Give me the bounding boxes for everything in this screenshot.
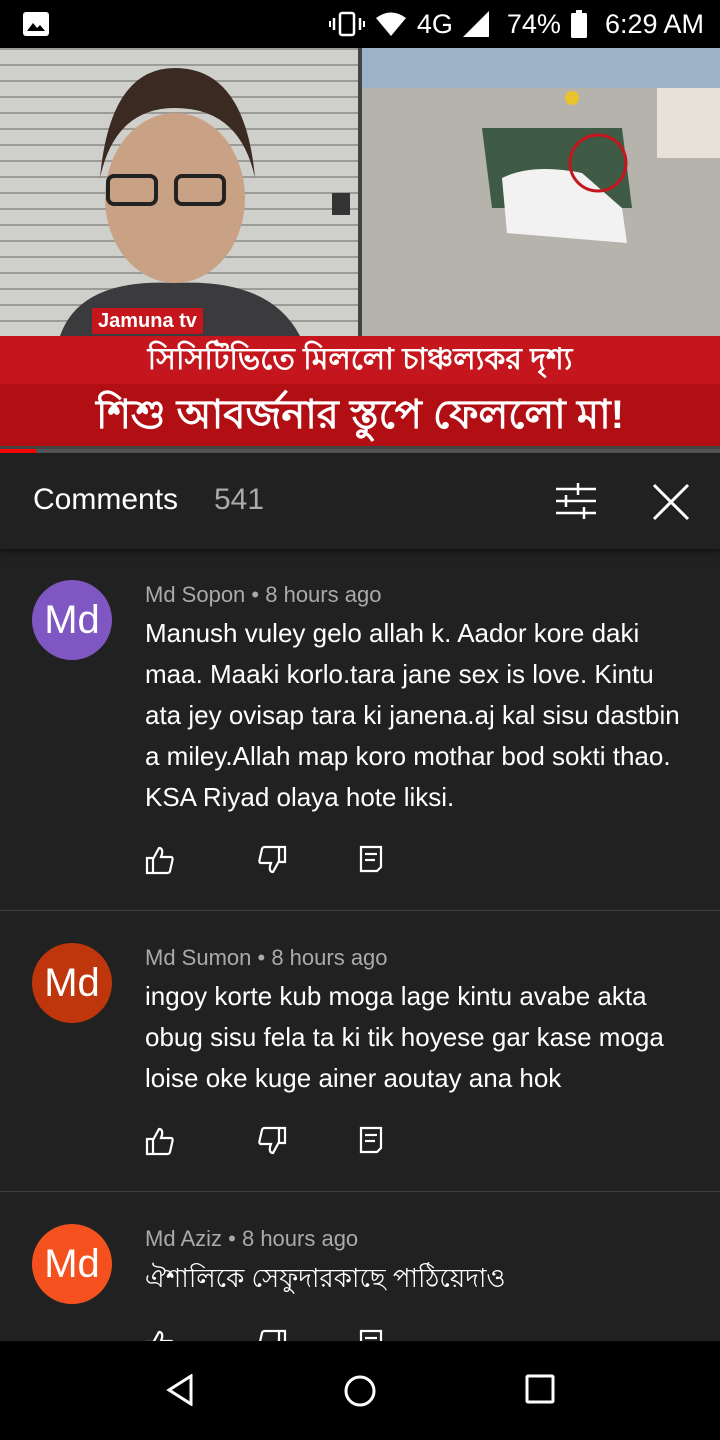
comment-author[interactable]: Md Sumon	[145, 945, 251, 970]
avatar[interactable]: Md	[32, 580, 112, 660]
battery-percent: 74%	[506, 8, 561, 39]
like-icon[interactable]	[145, 1329, 175, 1341]
channel-logo: Jamuna tv	[92, 308, 203, 334]
mugshot-figure	[60, 68, 350, 336]
status-icons: 4G 74% 6:29 AM	[328, 0, 704, 48]
dislike-icon[interactable]	[257, 1126, 287, 1156]
avatar[interactable]: Md	[32, 1224, 112, 1304]
video-player[interactable]: Jamuna tv সিসিটিভিতে মিললো চাঞ্চল্যকর দৃ…	[0, 48, 720, 453]
network-type: 4G	[416, 8, 453, 39]
comment-time: 8 hours ago	[241, 1226, 359, 1251]
comments-header: Comments 541	[0, 453, 720, 549]
comment-text: ingoy korte kub moga lage kintu avabe ak…	[145, 981, 664, 1093]
like-icon[interactable]	[145, 845, 175, 875]
comment-actions	[145, 1329, 405, 1341]
comment-actions	[145, 845, 405, 877]
comments-count: 541	[214, 483, 265, 516]
filter-icon[interactable]	[556, 483, 596, 519]
comment-item: Md Md Sopon • 8 hours ago Manush vuley g…	[0, 549, 720, 911]
comments-title: Comments	[33, 483, 179, 516]
like-icon[interactable]	[145, 1126, 175, 1156]
image-icon	[23, 12, 49, 36]
status-bar: 4G 74% 6:29 AM	[0, 0, 720, 48]
navigation-bar	[0, 1341, 720, 1440]
reply-icon[interactable]	[359, 845, 385, 873]
dislike-icon[interactable]	[257, 1329, 287, 1341]
home-icon[interactable]	[343, 1374, 377, 1408]
clock: 6:29 AM	[604, 8, 704, 39]
reply-icon[interactable]	[359, 1126, 385, 1154]
avatar[interactable]: Md	[32, 943, 112, 1023]
recents-icon[interactable]	[525, 1374, 555, 1404]
vibrate-icon	[328, 11, 365, 37]
cctv-image	[362, 48, 720, 336]
comment-meta: Md Sumon • 8 hours ago	[145, 945, 388, 970]
headline-line-1: সিসিটিভিতে মিললো চাঞ্চল্যকর দৃশ্য	[0, 336, 720, 384]
comment-text: Manush vuley gelo allah k. Aador kore da…	[145, 618, 680, 812]
battery-icon	[570, 10, 587, 38]
signal-icon	[462, 11, 489, 37]
back-icon[interactable]	[166, 1374, 194, 1406]
cctv-scene	[362, 48, 720, 336]
comments-list[interactable]: Md Md Sopon • 8 hours ago Manush vuley g…	[0, 549, 720, 1341]
comment-meta: Md Aziz • 8 hours ago	[145, 1226, 359, 1251]
headline-text-2: শিশু আবর্জনার স্তুপে ফেললো মা!	[95, 393, 625, 437]
comment-text: ঐশালিকে সেফুদারকাছে পাঠিয়েদাও	[145, 1263, 506, 1293]
comment-time: 8 hours ago	[271, 945, 388, 970]
comment-meta: Md Sopon • 8 hours ago	[145, 582, 382, 607]
comment-author[interactable]: Md Aziz	[145, 1226, 222, 1251]
reply-icon[interactable]	[359, 1329, 385, 1341]
wifi-icon	[375, 12, 406, 36]
comment-item: Md Md Aziz • 8 hours ago ঐশালিকে সেফুদার…	[0, 1192, 720, 1341]
close-icon[interactable]	[652, 483, 690, 521]
comment-author[interactable]: Md Sopon	[145, 582, 245, 607]
headline-text-1: সিসিটিভিতে মিললো চাঞ্চল্যকর দৃশ্য	[147, 343, 573, 376]
dislike-icon[interactable]	[257, 845, 287, 875]
mugshot-image	[0, 48, 358, 336]
comment-time: 8 hours ago	[265, 582, 382, 607]
comment-actions	[145, 1126, 405, 1158]
headline-line-2: শিশু আবর্জনার স্তুপে ফেললো মা!	[0, 384, 720, 446]
comment-item: Md Md Sumon • 8 hours ago ingoy korte ku…	[0, 911, 720, 1192]
